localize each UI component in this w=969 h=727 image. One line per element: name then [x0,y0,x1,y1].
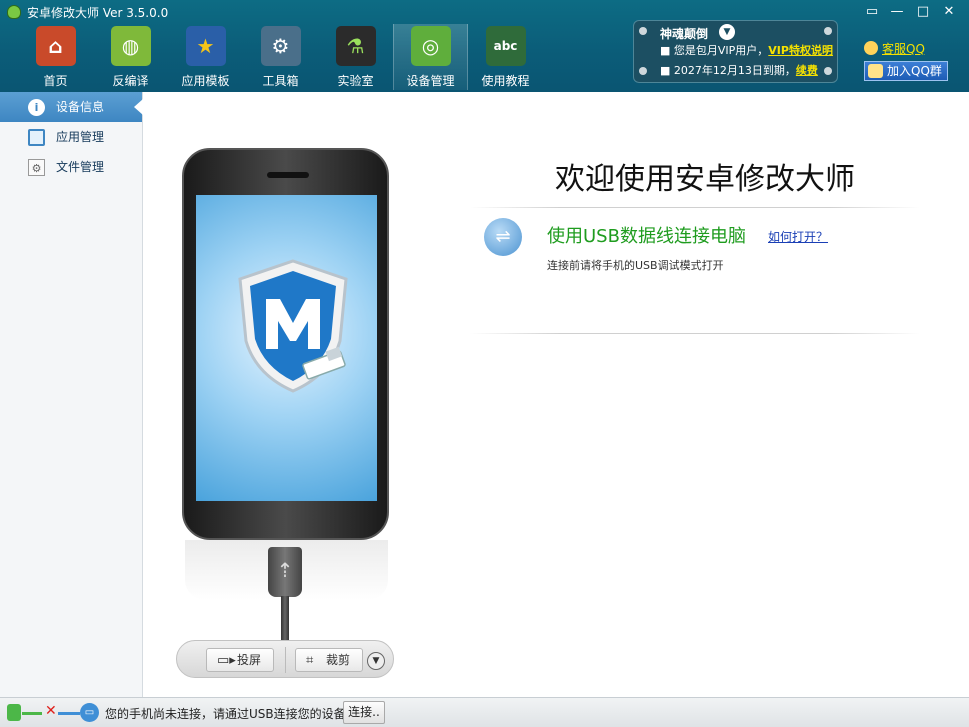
vip-privilege-link[interactable]: VIP特权说明 [768,44,833,57]
vip-expiry-text: ■ 2027年12月13日到期， [660,64,796,77]
usb-icon: ⇌ [484,218,522,256]
nav-label: 首页 [43,74,68,88]
minimize-button[interactable]: — [886,3,908,21]
customer-service-label: 客服QQ [882,42,925,56]
usb-connect-heading: 使用USB数据线连接电脑 [547,226,746,247]
screen-cast-label: 投屏 [237,653,262,667]
divider [470,207,920,208]
nav-toolbox[interactable]: ⚙ 工具箱 [243,24,318,90]
vip-status-text: ■ 您是包月VIP用户， [660,44,769,57]
nav-lab[interactable]: ⚗ 实验室 [318,24,393,90]
sidebar-item-app-management[interactable]: 应用管理 [0,122,142,152]
nav-app-templates[interactable]: ★ 应用模板 [168,24,243,90]
nav-label: 设备管理 [406,74,455,88]
computer-icon: ▭ [80,703,99,722]
screen-cast-button[interactable]: ▭▸ 投屏 [206,648,274,672]
rivet-icon [824,27,832,35]
nav-label: 工具箱 [262,74,299,88]
nav-label: 反编译 [112,74,149,88]
toolbar-divider [285,647,286,673]
phone-speaker [267,172,309,178]
phone-illustration [182,148,389,540]
disconnected-icon: ✕ [45,703,57,719]
qq-group-icon [868,64,883,78]
status-bar: ✕ ▭ 您的手机尚未连接，请通过USB连接您的设备.. 连接.. [0,697,969,727]
sidebar: i 设备信息 应用管理 ⚙ 文件管理 [0,92,143,697]
top-bar: 安卓修改大师 Ver 3.5.0.0 ▭ — □ ✕ ⌂ 首页 ◍ 反编译 ★ … [0,0,969,92]
nav-label: 使用教程 [481,74,530,88]
maximize-button[interactable]: □ [912,3,934,21]
vip-status-line: ■ 您是包月VIP用户，VIP特权说明 [660,42,833,58]
sidebar-item-device-info[interactable]: i 设备信息 [0,92,143,122]
phone-screen [196,195,377,501]
usb-cable [281,596,289,642]
rivet-icon [639,67,647,75]
welcome-title: 欢迎使用安卓修改大师 [555,162,855,197]
divider [470,333,920,334]
crop-label: 裁剪 [326,653,351,667]
connection-status-text: 您的手机尚未连接，请通过USB连接您的设备.. [105,707,354,721]
info-icon: i [28,99,45,116]
connection-line [58,712,80,715]
vip-username: 神魂颠倒 [660,27,709,41]
android-icon: ◍ [110,26,151,66]
house-icon: ⌂ [35,26,76,66]
customer-service-link[interactable]: 客服QQ [864,40,925,57]
rivet-icon [824,67,832,75]
crop-icon: ⌗ [306,653,314,668]
device-toolbar: ▭▸ 投屏 ⌗ 裁剪 ▼ [176,640,394,678]
app-title: 安卓修改大师 Ver 3.5.0.0 [27,6,169,20]
chevron-down-icon[interactable]: ▼ [719,24,735,40]
nav-label: 应用模板 [181,74,230,88]
chevron-down-icon[interactable]: ▼ [367,652,385,670]
nav-decompile[interactable]: ◍ 反编译 [93,24,168,90]
connect-button[interactable]: 连接.. [343,701,385,724]
nav-label: 实验室 [337,74,374,88]
video-camera-icon: ▭▸ [217,653,236,668]
nav-tutorial[interactable]: abc 使用教程 [468,24,543,90]
vip-panel: 神魂颠倒 ▼ ■ 您是包月VIP用户，VIP特权说明 ■ 2027年12月13日… [633,20,838,83]
main-nav: ⌂ 首页 ◍ 反编译 ★ 应用模板 ⚙ 工具箱 ⚗ 实验室 ◎ 设备管理 abc… [18,24,543,92]
service-avatar-icon [864,41,878,55]
nav-device-management[interactable]: ◎ 设备管理 [393,24,468,90]
close-button[interactable]: ✕ [938,3,960,21]
app-shield-logo-icon [238,259,348,393]
usb-debug-hint: 连接前请将手机的USB调试模式打开 [547,259,724,272]
nav-home[interactable]: ⌂ 首页 [18,24,93,90]
app-logo-icon [7,5,21,19]
app-window-icon [28,129,45,146]
sidebar-item-label: 设备信息 [56,100,105,114]
sidebar-item-label: 文件管理 [56,160,105,174]
usb-plug-icon: ⇡ [268,547,302,597]
join-qq-label: 加入QQ群 [887,64,942,78]
star-icon: ★ [185,26,226,66]
app-window: 安卓修改大师 Ver 3.5.0.0 ▭ — □ ✕ ⌂ 首页 ◍ 反编译 ★ … [0,0,969,727]
rivet-icon [639,27,647,35]
how-to-open-link[interactable]: 如何打开？ [768,228,828,245]
blackboard-icon: abc [485,26,526,66]
connection-line [22,712,42,715]
sidebar-item-label: 应用管理 [56,130,105,144]
join-qq-group-button[interactable]: 加入QQ群 [864,61,948,81]
sidebar-item-file-management[interactable]: ⚙ 文件管理 [0,152,142,182]
vip-expiry-line: ■ 2027年12月13日到期，续费 [660,62,818,78]
flask-icon: ⚗ [335,26,376,66]
radar-icon: ◎ [410,26,451,66]
crop-button[interactable]: ⌗ 裁剪 [295,648,363,672]
gear-icon: ⚙ [260,26,301,66]
file-icon: ⚙ [28,159,45,176]
skin-button[interactable]: ▭ [861,3,883,21]
renew-link[interactable]: 续费 [796,64,818,77]
phone-status-icon [7,704,21,721]
